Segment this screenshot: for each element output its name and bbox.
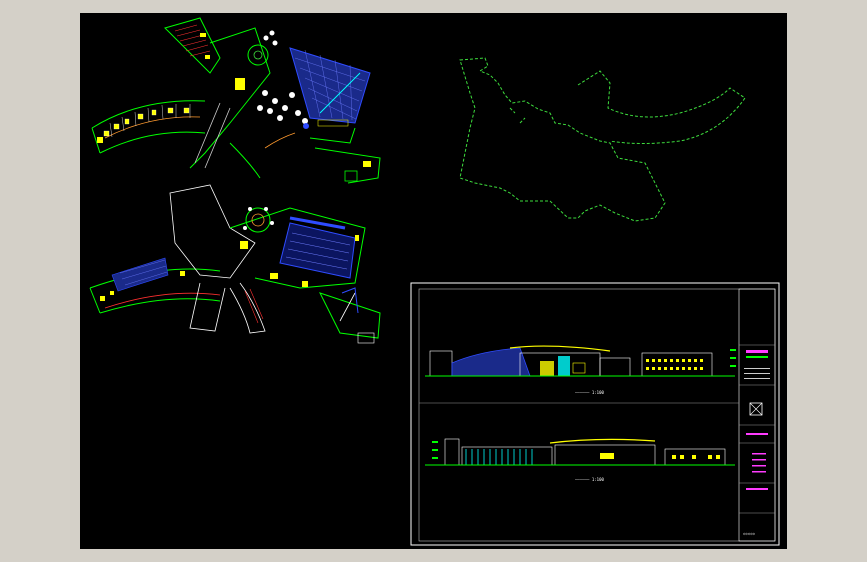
- elevation-caption-upper: —————— 1:100: [575, 390, 604, 395]
- floor-plan-lower: [89, 184, 381, 344]
- cad-model-space-viewport[interactable]: ◇◇◇◇◇ —————— 1:100 —————— 1:100: [80, 13, 787, 549]
- floor-plan-upper: [91, 17, 381, 184]
- elevation-drawing-sheet: ◇◇◇◇◇ —————— 1:100 —————— 1:100: [410, 282, 780, 546]
- elevation-upper: —————— 1:100: [425, 345, 736, 395]
- elevation-caption-lower: —————— 1:100: [575, 477, 604, 482]
- title-block-text: ◇◇◇◇◇: [743, 531, 756, 536]
- elevation-lower: —————— 1:100: [425, 438, 735, 482]
- dashed-site-outline: [459, 57, 746, 222]
- cad-drawing-canvas[interactable]: ◇◇◇◇◇ —————— 1:100 —————— 1:100: [80, 13, 787, 549]
